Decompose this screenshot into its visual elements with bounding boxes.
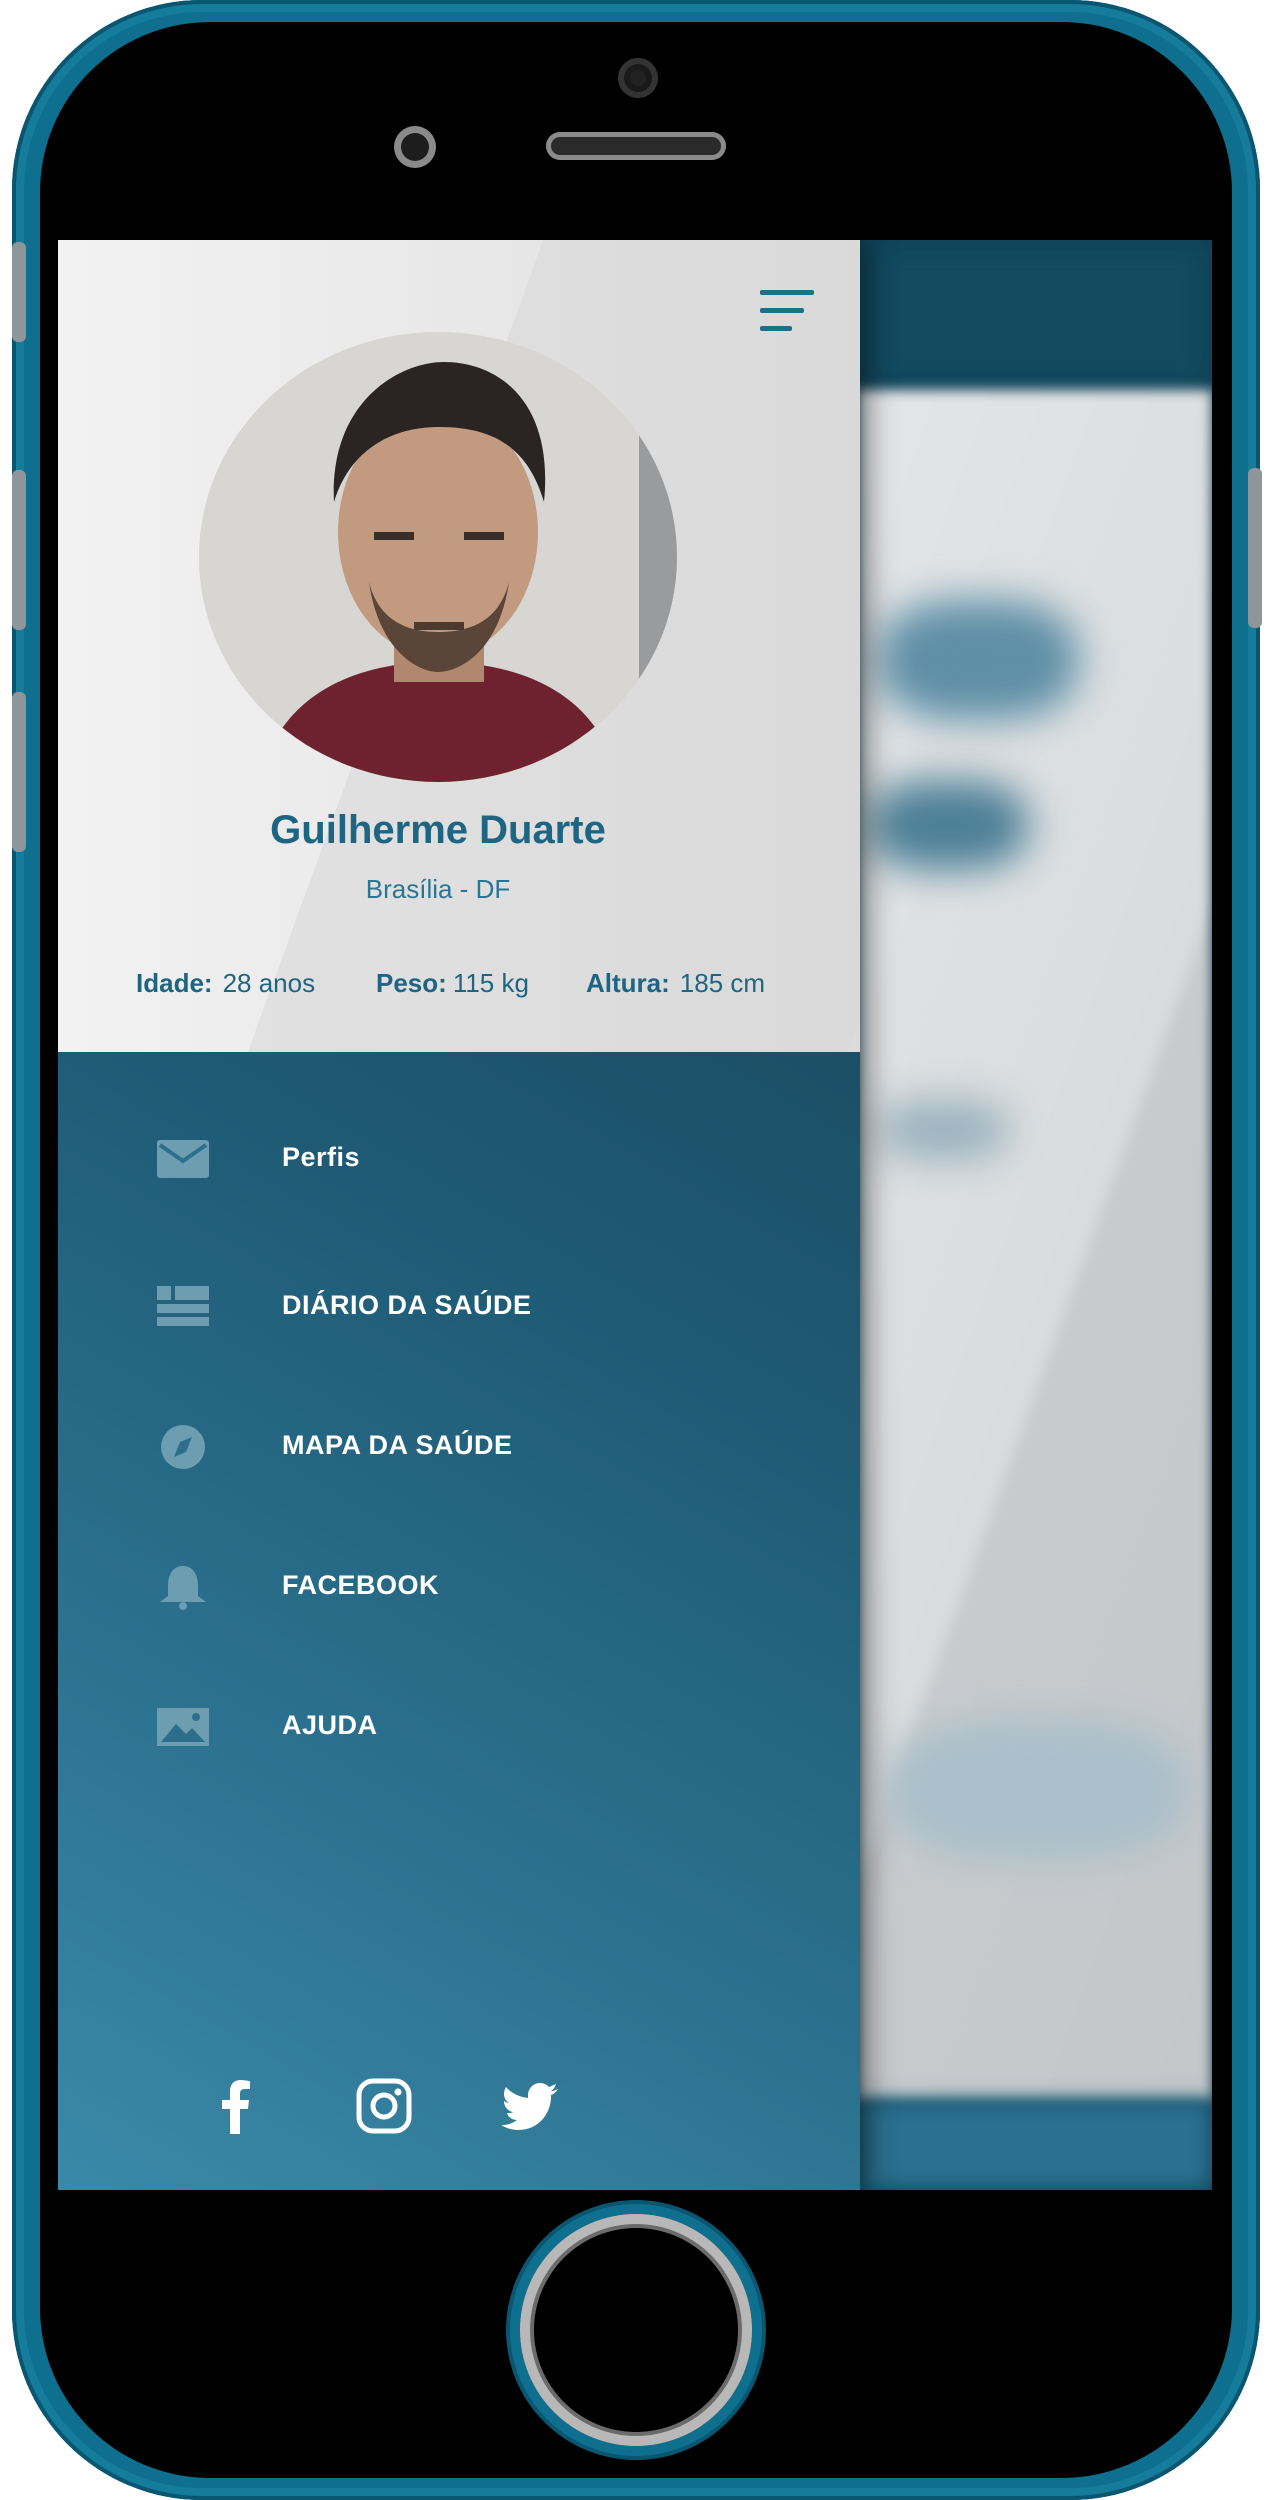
- volume-up-button: [12, 470, 26, 630]
- stat-weight: Peso: 115 kg: [376, 968, 529, 999]
- stat-age: Idade: 28 anos: [136, 968, 315, 999]
- stat-value: 28 anos: [222, 968, 316, 998]
- screen: Guilherme Duarte Brasília - DF Idade: 28 …: [58, 240, 1212, 2190]
- twitter-icon[interactable]: [502, 2076, 562, 2136]
- volume-down-button: [12, 692, 26, 852]
- image-icon: [157, 1708, 209, 1746]
- front-camera: [618, 58, 658, 98]
- earpiece-speaker: [546, 132, 726, 160]
- mute-switch: [12, 242, 26, 342]
- facebook-icon[interactable]: [206, 2076, 266, 2136]
- menu-item-label: FACEBOOK: [282, 1570, 440, 1600]
- instagram-icon[interactable]: [354, 2076, 414, 2136]
- home-button[interactable]: [520, 2214, 752, 2446]
- stat-value: 185 cm: [679, 968, 766, 998]
- menu-item-label: MAPA DA SAÚDE: [282, 1430, 513, 1460]
- hamburger-menu-icon[interactable]: [760, 288, 814, 334]
- profile-header: Guilherme Duarte Brasília - DF Idade: 28 …: [58, 240, 860, 1052]
- menu-item-facebook[interactable]: FACEBOOK: [58, 1542, 860, 1632]
- profile-location: Brasília - DF: [365, 874, 511, 904]
- profile-name: Guilherme Duarte: [270, 808, 606, 852]
- avatar: [199, 332, 677, 782]
- background-blob: [888, 1720, 1188, 1860]
- stat-value: 115 kg: [452, 968, 529, 998]
- stat-height: Altura: 185 cm: [586, 968, 765, 999]
- menu-item-label: DIÁRIO DA SAÚDE: [282, 1290, 532, 1320]
- avatar-photo: [199, 332, 677, 782]
- background-blob: [878, 600, 1078, 720]
- compass-icon: [161, 1425, 205, 1469]
- background-tabbar: [858, 2100, 1212, 2190]
- envelope-icon: [157, 1140, 209, 1178]
- background-header: [858, 240, 1212, 390]
- menu-item-mapa-da-saude[interactable]: MAPA DA SAÚDE: [58, 1402, 860, 1492]
- power-button: [1248, 468, 1262, 628]
- menu-item-perfis[interactable]: Perfis: [58, 1114, 860, 1204]
- menu-item-ajuda[interactable]: AJUDA: [58, 1682, 860, 1772]
- background-blob: [878, 1100, 1008, 1160]
- stat-label: Altura:: [586, 968, 670, 998]
- navigation-drawer: Guilherme Duarte Brasília - DF Idade: 28 …: [58, 240, 860, 2190]
- proximity-sensor: [394, 126, 436, 168]
- news-icon: [157, 1286, 209, 1326]
- menu-item-diario-da-saude[interactable]: DIÁRIO DA SAÚDE: [58, 1262, 860, 1352]
- drawer-menu: Perfis DIÁRIO DA SAÚDE MAPA DA SAÚDE FAC…: [58, 1052, 860, 2190]
- menu-item-label: AJUDA: [282, 1710, 378, 1740]
- bell-icon: [160, 1566, 206, 1610]
- stat-label: Idade:: [136, 968, 213, 998]
- background-app-content: [858, 240, 1212, 2190]
- menu-item-label: Perfis: [282, 1142, 361, 1172]
- stat-label: Peso:: [376, 968, 447, 998]
- background-blob: [868, 780, 1028, 870]
